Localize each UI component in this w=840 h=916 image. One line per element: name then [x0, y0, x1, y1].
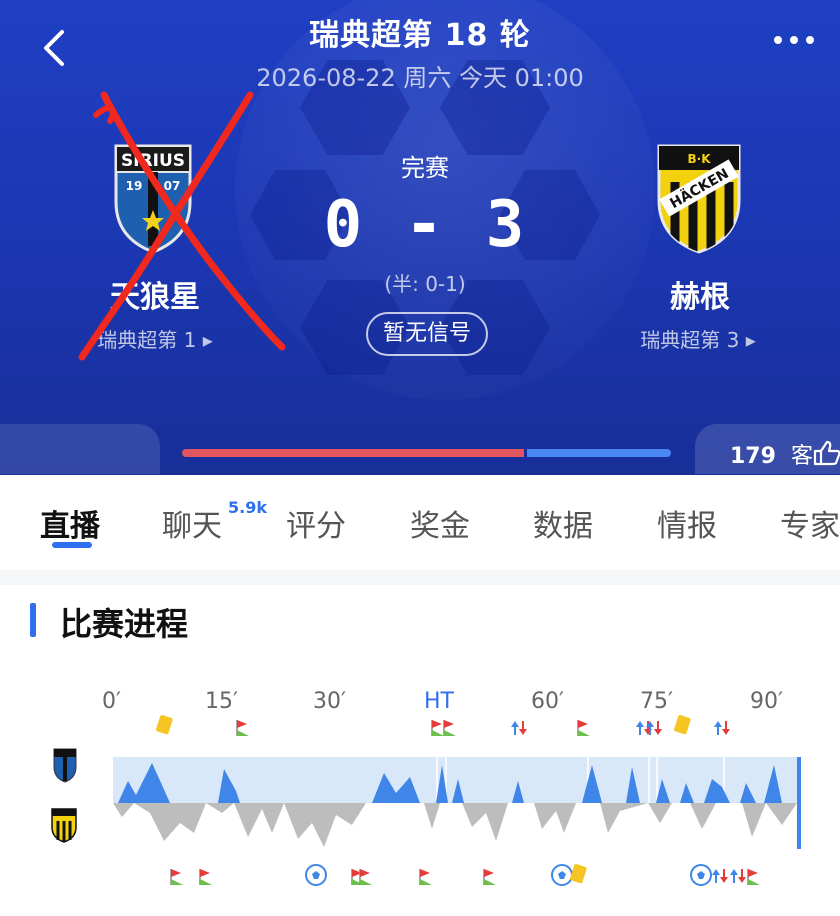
- corner-flag-icon[interactable]: [747, 869, 760, 885]
- home-momentum-bar: [182, 449, 524, 457]
- match-header: 瑞典超第 18 轮 2026-08-22 周六 今天 01:00 SIRIUS …: [0, 0, 840, 475]
- substitution-icon[interactable]: [712, 869, 728, 883]
- away-crest-top: B·K: [687, 152, 711, 166]
- red-cross-mark: [78, 91, 286, 361]
- corner-flag-icon[interactable]: [236, 720, 249, 736]
- viewers-count: 179: [730, 444, 776, 469]
- tab-live[interactable]: 直播: [40, 501, 100, 545]
- thumbs-up-icon[interactable]: [812, 440, 840, 466]
- timeline-label-ht: HT: [424, 689, 454, 714]
- goal-ball-icon[interactable]: [305, 864, 327, 886]
- current-time-marker: [797, 757, 801, 849]
- away-team-rank[interactable]: 瑞典超第 3 ▸: [588, 324, 808, 353]
- timeline-label: 15′: [205, 689, 238, 714]
- away-team-name[interactable]: 赫根: [600, 272, 800, 316]
- match-progress-section: 比赛进程 0′ 15′ 30′ HT 60′ 75′ 90′: [0, 585, 840, 916]
- half-time-score: (半: 0-1): [384, 272, 466, 296]
- momentum-chart[interactable]: [0, 715, 840, 916]
- goal-ball-icon[interactable]: [551, 864, 573, 886]
- tab-chat[interactable]: 聊天: [162, 501, 222, 545]
- home-events[interactable]: [156, 715, 730, 736]
- page-title: 瑞典超第 18 轮: [309, 18, 531, 53]
- match-status: 完赛: [401, 154, 449, 182]
- active-tab-indicator: [52, 542, 92, 548]
- section-marker: [30, 603, 36, 637]
- tab-bonus[interactable]: 奖金: [410, 501, 470, 545]
- away-events[interactable]: [170, 864, 760, 886]
- viewers-count-group[interactable]: 179 客: [730, 438, 840, 470]
- timeline-label: 90′: [750, 689, 783, 714]
- corner-flag-icon[interactable]: [359, 869, 372, 885]
- yellow-card-icon[interactable]: [674, 715, 692, 735]
- viewers-label: 客: [790, 444, 813, 469]
- timeline-label: 75′: [640, 689, 673, 714]
- timeline-label: 60′: [531, 689, 564, 714]
- away-team-crest[interactable]: B·K HÄCKEN: [655, 142, 743, 254]
- tab-data[interactable]: 数据: [533, 501, 593, 545]
- timeline-label: 0′: [102, 689, 121, 714]
- substitution-icon[interactable]: [730, 869, 746, 883]
- no-signal-button[interactable]: 暂无信号: [366, 312, 488, 356]
- tab-expert[interactable]: 专家: [780, 501, 840, 545]
- corner-flag-icon[interactable]: [577, 720, 590, 736]
- substitution-icon[interactable]: [511, 721, 527, 735]
- away-momentum-area: [113, 803, 797, 847]
- yellow-card-icon[interactable]: [156, 715, 174, 735]
- tab-rating[interactable]: 评分: [286, 501, 346, 545]
- yellow-card-icon[interactable]: [570, 864, 588, 884]
- corner-flag-icon[interactable]: [170, 869, 183, 885]
- tab-intel[interactable]: 情报: [657, 501, 717, 545]
- corner-flag-icon[interactable]: [199, 869, 212, 885]
- substitution-icon[interactable]: [714, 721, 730, 735]
- corner-flag-icon[interactable]: [431, 720, 444, 736]
- goal-ball-icon[interactable]: [690, 864, 712, 886]
- corner-flag-icon[interactable]: [443, 720, 456, 736]
- section-title: 比赛进程: [60, 605, 189, 643]
- home-stat-pill: [0, 424, 160, 474]
- corner-flag-icon[interactable]: [419, 869, 432, 885]
- tab-bar: 直播 聊天 5.9k 评分 奖金 数据 情报 专家: [0, 475, 840, 570]
- more-menu-icon[interactable]: [770, 30, 818, 50]
- stats-bar: [0, 422, 840, 475]
- timeline-label: 30′: [313, 689, 346, 714]
- corner-flag-icon[interactable]: [483, 869, 496, 885]
- chat-count-badge: 5.9k: [228, 498, 267, 517]
- match-score: 0 - 3: [323, 188, 527, 262]
- away-momentum-bar: [527, 449, 671, 457]
